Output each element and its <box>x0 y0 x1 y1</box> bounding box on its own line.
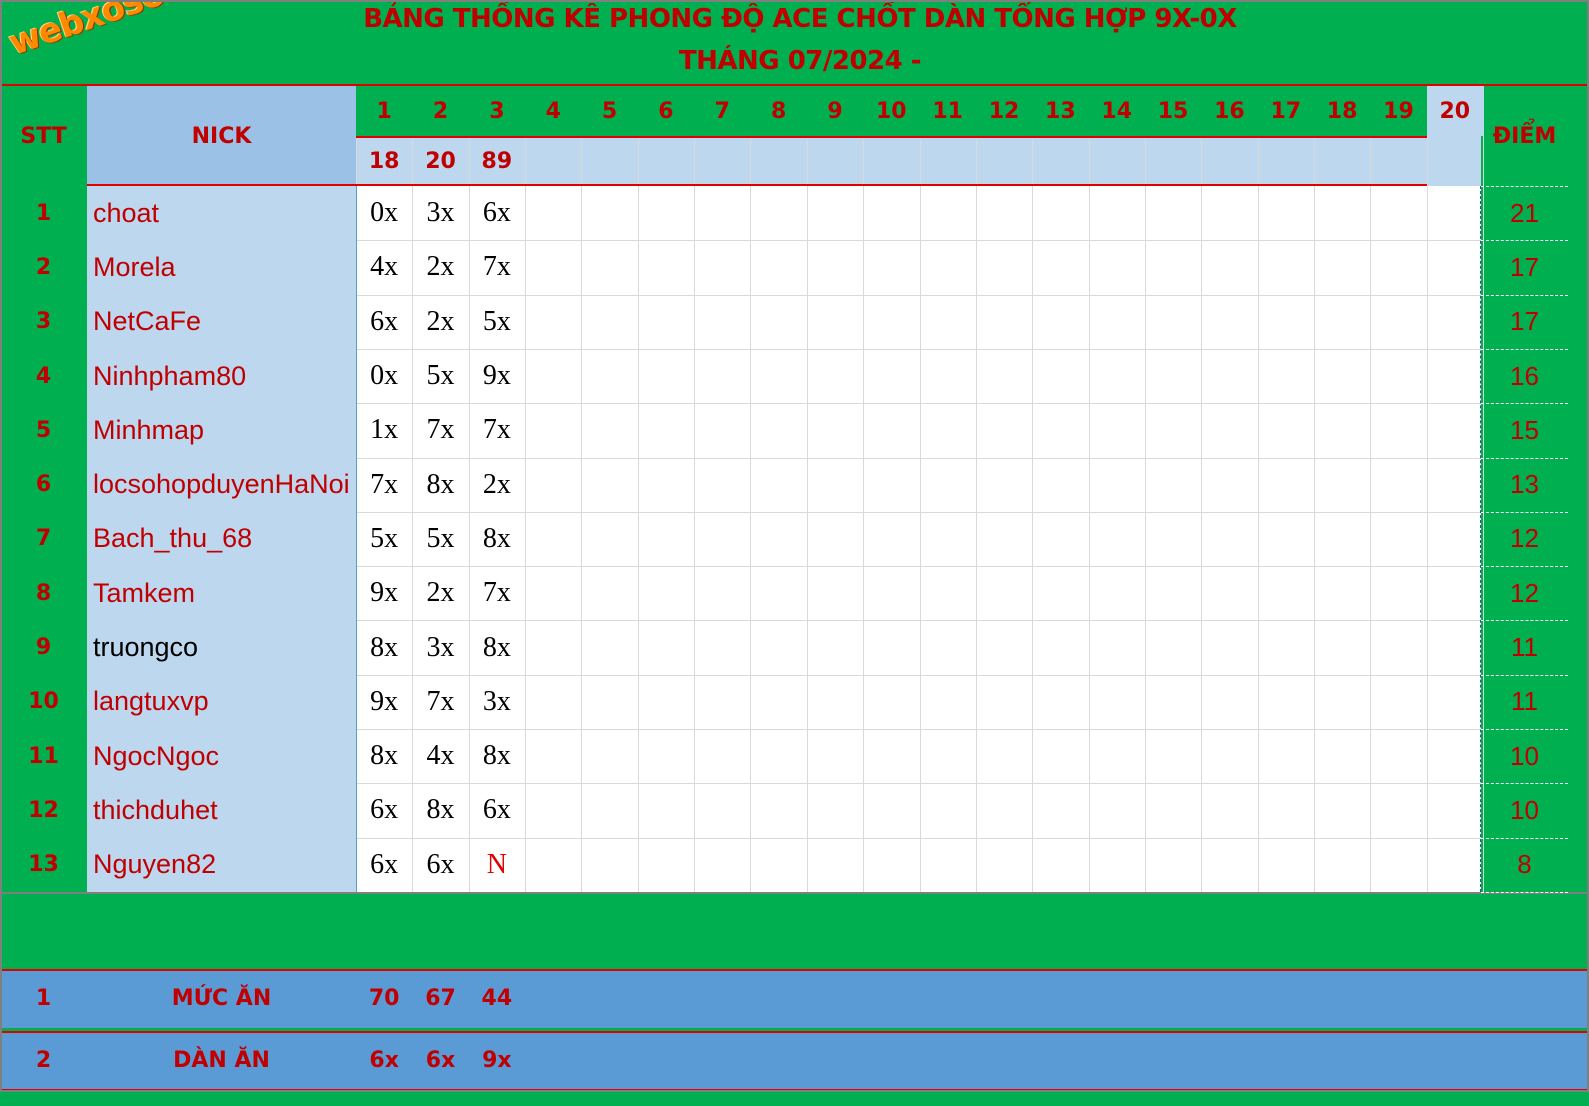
sheet-border <box>0 0 1589 1092</box>
spreadsheet: webxoso.net BẢNG THỐNG KÊ PHONG ĐỘ ACE CH… <box>0 0 1589 1106</box>
